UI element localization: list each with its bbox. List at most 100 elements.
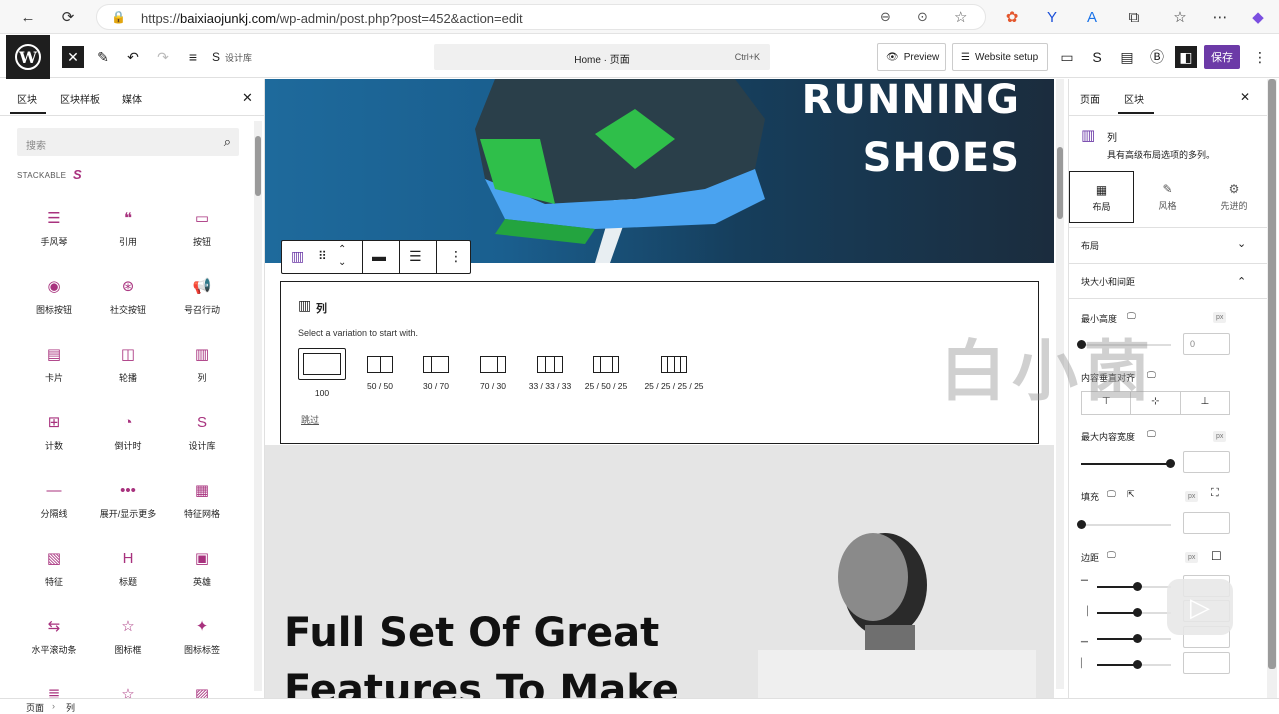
block-item[interactable]: ▧ 特征	[17, 547, 91, 588]
scrollbar[interactable]	[254, 121, 262, 691]
features-section[interactable]: Full Set Of Great Features To Make	[265, 445, 1054, 698]
block-item[interactable]: S 设计库	[165, 411, 239, 452]
align-left-icon[interactable]: ☰	[409, 248, 422, 265]
block-item[interactable]: ▥ 列	[165, 343, 239, 384]
favorites-icon[interactable]: ☆	[1170, 7, 1190, 27]
device-preview-icon[interactable]: ▭	[1056, 46, 1078, 68]
skip-link[interactable]: 跳过	[301, 413, 319, 426]
address-bar[interactable]: 🔒 https://baixiaojunkj.com/wp-admin/post…	[96, 4, 986, 30]
close-inserter-icon[interactable]: ✕	[62, 46, 84, 68]
desktop-icon[interactable]: 🖵	[1107, 550, 1116, 561]
block-item[interactable]: ⊞ 计数	[17, 411, 91, 452]
settings-scrollbar[interactable]	[1267, 79, 1277, 698]
max-width-input[interactable]	[1183, 451, 1230, 473]
more-menu-icon[interactable]: ⋯	[1210, 7, 1230, 27]
chevron-up-icon[interactable]: ⌃	[1237, 275, 1246, 288]
tab-media[interactable]: 媒体	[122, 91, 142, 106]
block-item[interactable]: ☆ 图标框	[91, 615, 165, 656]
link-sides-icon[interactable]: ⛶	[1211, 487, 1219, 500]
redo-icon[interactable]: ↷	[152, 46, 174, 68]
hero-section[interactable]: RUNNING SHOES	[265, 79, 1054, 263]
block-item[interactable]: ▨	[165, 683, 239, 698]
columns-block-icon[interactable]: ▥	[291, 248, 304, 265]
subtab-layout[interactable]: ▦ 布局	[1069, 171, 1134, 223]
block-item[interactable]: ☆	[91, 683, 165, 698]
desktop-icon[interactable]: 🖵	[1147, 429, 1156, 440]
variation-option[interactable]: 100	[298, 348, 346, 398]
scrollbar-thumb[interactable]	[255, 136, 261, 196]
chevron-down-icon[interactable]: ⌄	[1237, 237, 1246, 250]
close-icon[interactable]: ✕	[242, 90, 253, 106]
padding-slider-track[interactable]	[1081, 524, 1171, 526]
reload-icon[interactable]: ⟳	[58, 7, 78, 27]
block-item[interactable]: ◫ 轮播	[91, 343, 165, 384]
block-item[interactable]: ••• 展开/显示更多	[91, 479, 165, 520]
section-layout-title[interactable]: 布局	[1081, 239, 1099, 252]
tab-page[interactable]: 页面	[1080, 91, 1100, 106]
canvas-scrollbar-thumb[interactable]	[1057, 147, 1063, 219]
settings-sidebar-icon[interactable]: ◧	[1175, 46, 1197, 68]
padding-input[interactable]	[1183, 512, 1230, 534]
block-item[interactable]: ≣	[17, 683, 91, 698]
unlink-sides-icon[interactable]: ☐	[1211, 549, 1222, 563]
options-menu-icon[interactable]: ⋮	[1249, 46, 1271, 68]
zoom-icon[interactable]: ⊖	[880, 9, 891, 25]
max-width-slider-thumb[interactable]	[1166, 459, 1175, 468]
unit-px-badge[interactable]: px	[1185, 491, 1199, 502]
more-options-icon[interactable]: ⋮	[449, 248, 463, 265]
margin-bottom-thumb[interactable]	[1133, 634, 1142, 643]
favorite-star-icon[interactable]: ☆	[954, 8, 967, 26]
extension-y-icon[interactable]: Y	[1042, 7, 1062, 27]
edit-pencil-icon[interactable]: ✎	[92, 46, 114, 68]
bold-b-icon[interactable]: Ⓑ	[1146, 46, 1168, 68]
block-item[interactable]: ▣ 英雄	[165, 547, 239, 588]
block-item[interactable]: ◉ 图标按钮	[17, 275, 91, 316]
block-item[interactable]: ▦ 特征网格	[165, 479, 239, 520]
min-height-input[interactable]: 0	[1183, 333, 1230, 355]
back-icon[interactable]: ←	[18, 7, 38, 27]
desktop-icon[interactable]: 🖵	[1107, 489, 1116, 500]
variation-option[interactable]: 25 / 25 / 25 / 25	[639, 356, 709, 391]
align-wide-icon[interactable]: ▬	[372, 248, 386, 264]
undo-icon[interactable]: ↶	[122, 46, 144, 68]
extension-flower-icon[interactable]: ✿	[1002, 7, 1022, 27]
block-item[interactable]: — 分隔线	[17, 479, 91, 520]
hover-state-icon[interactable]: ⇱	[1127, 489, 1135, 500]
video-play-icon[interactable]: ▷	[1167, 579, 1233, 635]
block-item[interactable]: ☰ 手风琴	[17, 207, 91, 248]
margin-left-input[interactable]	[1183, 652, 1230, 674]
unit-px-badge[interactable]: px	[1185, 552, 1199, 563]
page-settings-icon[interactable]: ▤	[1116, 46, 1138, 68]
block-item[interactable]: ◔ 倒计时	[91, 411, 165, 452]
close-icon[interactable]: ✕	[1240, 90, 1250, 104]
margin-top-thumb[interactable]	[1133, 582, 1142, 591]
move-arrows-icon[interactable]: ⌃ ⌄	[338, 243, 346, 269]
reader-icon[interactable]: ⊙	[917, 9, 928, 25]
save-button[interactable]: 保存	[1204, 45, 1240, 69]
variation-option[interactable]: 33 / 33 / 33	[523, 356, 577, 391]
block-item[interactable]: ⊛ 社交按钮	[91, 275, 165, 316]
document-overview-icon[interactable]: ≡	[182, 46, 204, 68]
wordpress-logo[interactable]: W	[6, 35, 50, 79]
unit-px-badge[interactable]: px	[1213, 431, 1227, 442]
tab-blocks[interactable]: 区块	[17, 91, 37, 106]
features-heading[interactable]: Full Set Of Great Features To Make	[284, 605, 679, 698]
padding-slider-thumb[interactable]	[1077, 520, 1086, 529]
copilot-icon[interactable]: ◆	[1248, 7, 1268, 27]
translate-icon[interactable]: A	[1082, 7, 1102, 27]
search-input[interactable]: 搜索 ⌕	[17, 128, 239, 156]
variation-option[interactable]: 30 / 70	[409, 356, 463, 391]
settings-scrollbar-thumb[interactable]	[1268, 79, 1276, 669]
block-item[interactable]: ✦ 图标标签	[165, 615, 239, 656]
unit-px-badge[interactable]: px	[1213, 312, 1227, 323]
tab-patterns[interactable]: 区块样板	[60, 91, 100, 106]
block-item[interactable]: 📢 号召行动	[165, 275, 239, 316]
section-size-title[interactable]: 块大小和间距	[1081, 275, 1135, 288]
stackable-icon[interactable]: S	[1086, 46, 1108, 68]
hero-heading[interactable]: RUNNING SHOES	[802, 79, 1020, 187]
variation-option[interactable]: 70 / 30	[466, 356, 520, 391]
stackable-design-library[interactable]: S 设计库	[212, 46, 262, 68]
block-item[interactable]: H 标题	[91, 547, 165, 588]
block-item[interactable]: ❝ 引用	[91, 207, 165, 248]
preview-button[interactable]: 👁 Preview	[877, 43, 946, 71]
